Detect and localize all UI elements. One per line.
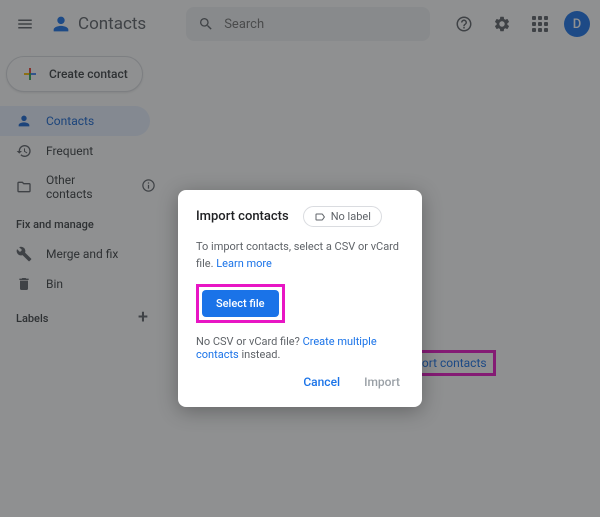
dialog-instruction: To import contacts, select a CSV or vCar… (196, 239, 404, 272)
modal-overlay[interactable]: Import contacts No label To import conta… (0, 0, 600, 517)
label-icon (314, 211, 326, 223)
dialog-alt-text: No CSV or vCard file? Create multiple co… (196, 335, 404, 361)
learn-more-link[interactable]: Learn more (216, 257, 272, 270)
import-button: Import (360, 371, 404, 393)
select-file-button[interactable]: Select file (202, 290, 279, 317)
chip-label: No label (331, 210, 371, 223)
dialog-actions: Cancel Import (196, 371, 404, 393)
dialog-title: Import contacts (196, 209, 289, 224)
label-chip[interactable]: No label (303, 206, 382, 227)
import-contacts-dialog: Import contacts No label To import conta… (178, 190, 422, 407)
dialog-header: Import contacts No label (196, 206, 404, 227)
cancel-button[interactable]: Cancel (299, 371, 344, 393)
select-file-highlight: Select file (196, 284, 285, 323)
